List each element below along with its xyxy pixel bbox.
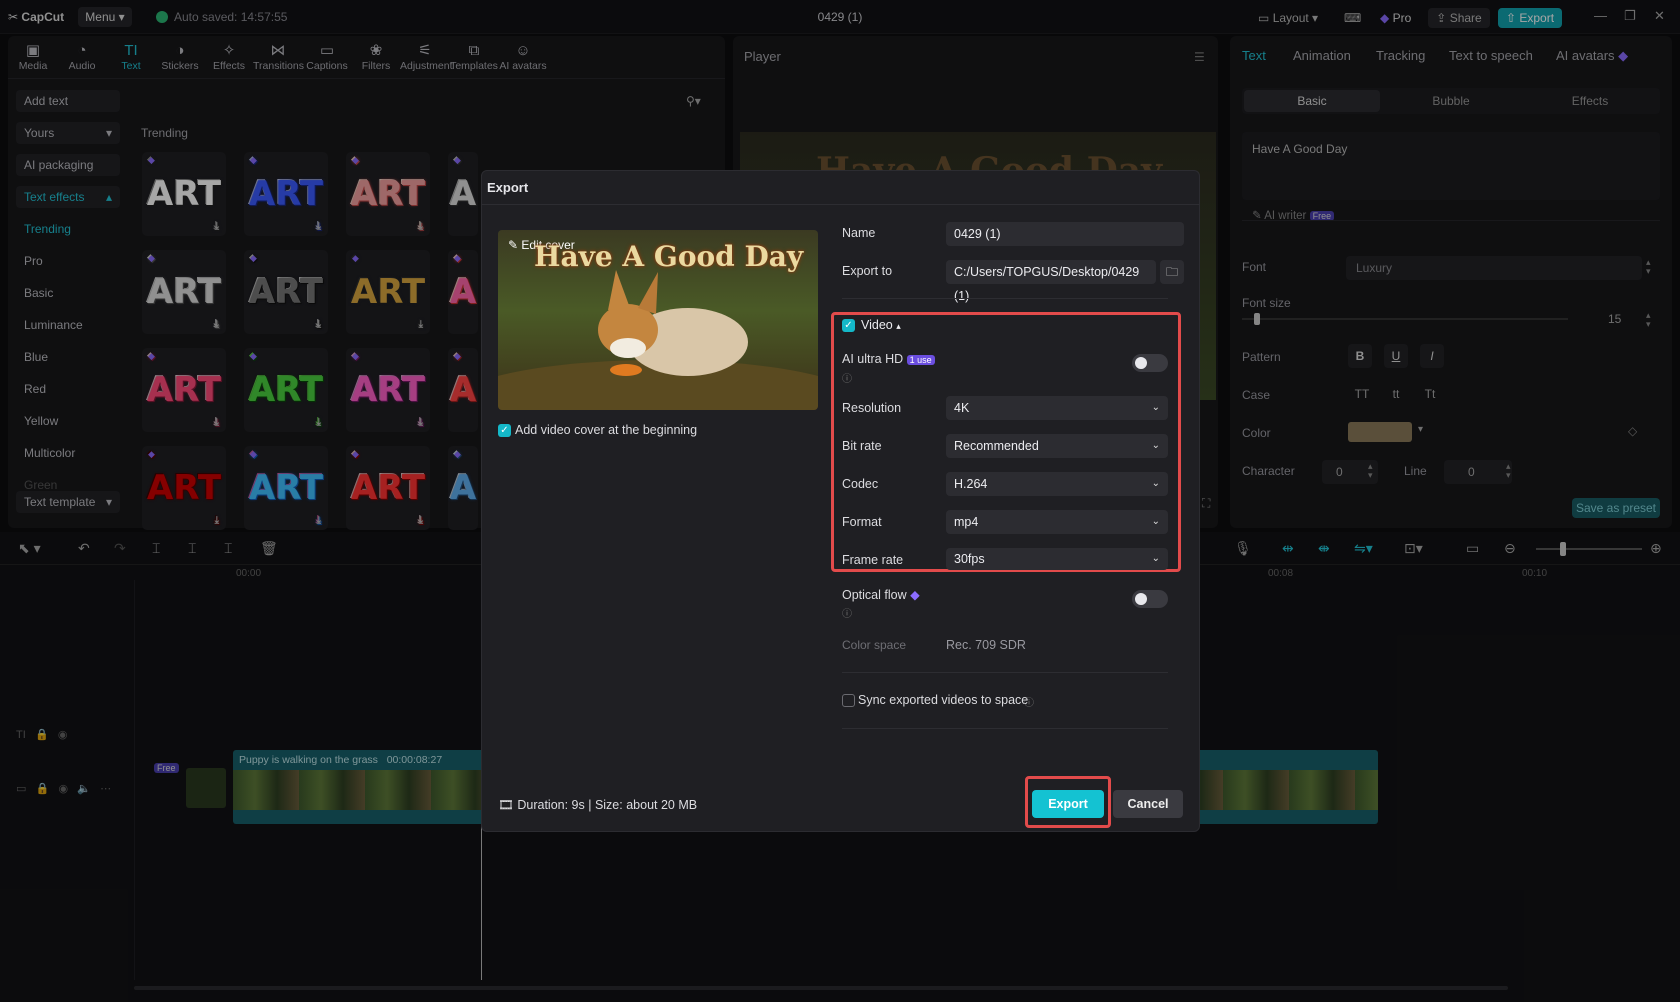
cover-preview[interactable]: ✎ Edit cover Have A Good Day bbox=[498, 230, 818, 410]
codec-select[interactable]: H.264 ⌄ bbox=[946, 472, 1168, 496]
export-to-label: Export to bbox=[842, 264, 892, 278]
diamond-icon: ◆ bbox=[910, 588, 920, 602]
video-checkbox[interactable]: ✓ bbox=[842, 319, 855, 332]
export-dialog-title: Export bbox=[487, 180, 528, 195]
chevron-down-icon: ⌄ bbox=[1152, 548, 1160, 570]
folder-icon[interactable]: 🗀 bbox=[1160, 260, 1184, 284]
optical-flow-toggle[interactable] bbox=[1132, 590, 1168, 608]
name-value: 0429 (1) bbox=[954, 227, 1001, 241]
format-value: mp4 bbox=[954, 515, 978, 529]
name-input[interactable]: 0429 (1) bbox=[946, 222, 1184, 246]
bitrate-value: Recommended bbox=[954, 439, 1039, 453]
ai-ultra-hd-toggle[interactable] bbox=[1132, 354, 1168, 372]
dialog-divider bbox=[842, 672, 1168, 673]
optical-flow-label: Optical flow ◆ bbox=[842, 587, 920, 602]
add-cover-label: Add video cover at the beginning bbox=[515, 423, 697, 437]
video-label: Video bbox=[861, 318, 893, 332]
ai-ultra-hd-label: AI ultra HD 1 use bbox=[842, 352, 935, 366]
add-cover-checkbox[interactable]: ✓ bbox=[498, 424, 511, 437]
video-section-toggle[interactable]: Video ▴ bbox=[861, 318, 901, 332]
resolution-label: Resolution bbox=[842, 401, 901, 415]
codec-label: Codec bbox=[842, 477, 878, 491]
info-icon[interactable]: ⓘ bbox=[842, 370, 852, 385]
format-select[interactable]: mp4 ⌄ bbox=[946, 510, 1168, 534]
chevron-down-icon: ⌄ bbox=[1152, 396, 1160, 420]
resolution-value: 4K bbox=[954, 401, 969, 415]
sync-checkbox[interactable] bbox=[842, 694, 855, 707]
dialog-title-divider bbox=[481, 204, 1200, 205]
pencil-icon: ✎ bbox=[508, 238, 518, 252]
framerate-select[interactable]: 30fps ⌄ bbox=[946, 548, 1168, 570]
name-label: Name bbox=[842, 226, 875, 240]
duration-info: Duration: 9s | Size: about 20 MB bbox=[517, 798, 697, 812]
chevron-up-icon: ▴ bbox=[896, 321, 901, 331]
cancel-button[interactable]: Cancel bbox=[1113, 790, 1183, 818]
export-button[interactable]: Export bbox=[1032, 790, 1104, 818]
dialog-divider bbox=[842, 728, 1168, 729]
ai-use-badge: 1 use bbox=[907, 355, 935, 365]
ai-ultra-hd-text: AI ultra HD bbox=[842, 352, 903, 366]
bitrate-select[interactable]: Recommended ⌄ bbox=[946, 434, 1168, 458]
export-path-input[interactable]: C:/Users/TOPGUS/Desktop/0429 (1) bbox=[946, 260, 1156, 284]
format-label: Format bbox=[842, 515, 882, 529]
chevron-down-icon: ⌄ bbox=[1152, 472, 1160, 496]
color-space-value: Rec. 709 SDR bbox=[946, 638, 1026, 652]
chevron-down-icon: ⌄ bbox=[1152, 434, 1160, 458]
film-icon: 🎞 bbox=[498, 798, 514, 812]
optical-flow-text: Optical flow bbox=[842, 588, 907, 602]
codec-value: H.264 bbox=[954, 477, 987, 491]
bitrate-label: Bit rate bbox=[842, 439, 882, 453]
toggle-knob bbox=[1135, 357, 1147, 369]
dialog-divider bbox=[842, 298, 1168, 299]
cover-text: Have A Good Day bbox=[534, 240, 803, 273]
chevron-down-icon: ⌄ bbox=[1152, 510, 1160, 534]
sync-label: Sync exported videos to space bbox=[858, 693, 1028, 707]
info-icon[interactable]: ⓘ bbox=[842, 605, 852, 620]
toggle-knob bbox=[1135, 593, 1147, 605]
framerate-label: Frame rate bbox=[842, 553, 903, 567]
resolution-select[interactable]: 4K ⌄ bbox=[946, 396, 1168, 420]
framerate-value: 30fps bbox=[954, 552, 985, 566]
export-summary: 🎞 Duration: 9s | Size: about 20 MB bbox=[498, 798, 697, 813]
info-icon[interactable]: ⓘ bbox=[1024, 694, 1034, 709]
color-space-label: Color space bbox=[842, 638, 906, 652]
